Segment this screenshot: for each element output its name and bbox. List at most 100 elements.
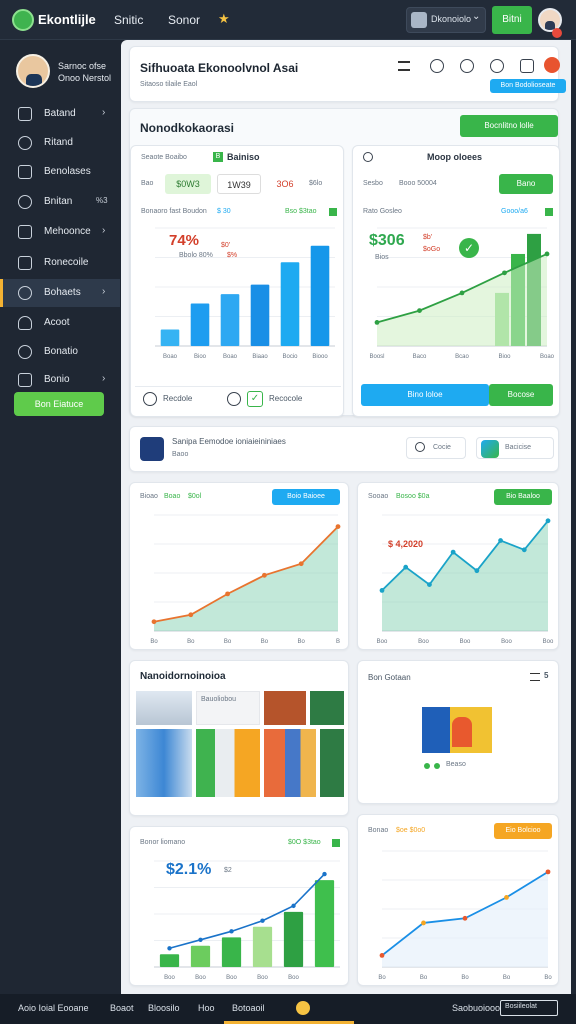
panel-tabs-label[interactable]: Moop oloees	[427, 152, 482, 162]
tick-label: Baco	[413, 354, 427, 360]
panel-green-button[interactable]: Bocose	[489, 384, 553, 406]
data-point	[260, 918, 265, 923]
profile-name: Sarnoc ofse Onoo Nerstol	[58, 60, 118, 84]
gallery-image-1[interactable]	[136, 691, 192, 725]
check-icon[interactable]: ✓	[247, 391, 263, 407]
topbar-action-button[interactable]: Bitni	[492, 6, 532, 34]
archive-icon	[18, 373, 32, 387]
panel-tabs-label[interactable]: Seaote Boaibo	[141, 154, 187, 161]
star-icon[interactable]: ★	[218, 11, 230, 27]
app-icon	[481, 440, 499, 458]
footer-right-label[interactable]: Recocole	[269, 394, 302, 403]
sidebar-item-bonatio[interactable]: Bonatio	[0, 338, 120, 366]
chart-tag: Gooo/a6	[501, 208, 528, 215]
panel-tab-active[interactable]: Bainiso	[227, 152, 260, 162]
sidebar-item-bnitan[interactable]: Bnitan %3	[0, 188, 120, 216]
data-point	[298, 561, 304, 567]
gallery-image-2[interactable]: Bauoliobou	[196, 691, 260, 725]
gallery-image-5[interactable]	[136, 729, 192, 797]
gallery-image-4[interactable]	[310, 691, 344, 725]
data-point	[335, 524, 341, 529]
stat-pill-1[interactable]: $0W3	[165, 174, 211, 194]
data-point	[322, 871, 327, 877]
sidebar-item-label: Acoot	[44, 317, 70, 328]
panel-button[interactable]: Bano	[499, 174, 553, 194]
gallery-image-8[interactable]	[320, 729, 344, 797]
tick-label: Bcao	[455, 354, 469, 360]
stat-pill-3[interactable]: 3O6	[269, 174, 301, 194]
strip-button-2[interactable]: Bacicise	[476, 437, 554, 459]
panel-blue-button[interactable]: Bino loloe	[361, 384, 489, 406]
footer-left-label[interactable]: Recdole	[163, 394, 192, 403]
chart-d-tag: $oe $0o0	[396, 827, 426, 834]
info-strip: Sanipa Eemodoe ioniaieininiaes Baoo Coci…	[129, 426, 559, 472]
footer-item-2[interactable]: Boaot	[110, 1003, 134, 1013]
strip-button-1[interactable]: Cocie	[406, 437, 466, 459]
gallery-image-3[interactable]	[264, 691, 306, 725]
sidebar-item-batand[interactable]: Batand ›	[0, 100, 120, 128]
data-point	[544, 251, 550, 257]
dot-indicator[interactable]	[424, 763, 430, 769]
sidebar-cta-button[interactable]: Bon Eiatuce	[14, 392, 104, 416]
filter-icon[interactable]	[363, 152, 373, 162]
sidebar-item-ritand[interactable]: Ritand	[0, 129, 120, 157]
chart-c-tag: $0O $3tao	[288, 839, 321, 846]
emoji-icon[interactable]	[296, 1001, 310, 1015]
bell-icon[interactable]	[520, 59, 534, 73]
chevron-down-icon[interactable]: ⌄	[472, 11, 480, 22]
sidebar-item-label: Bonio	[44, 374, 70, 385]
media-card-title: Bon Gotaan	[368, 673, 411, 682]
search-icon[interactable]	[460, 59, 474, 73]
clock-icon[interactable]	[490, 59, 504, 73]
header-action-button[interactable]: Bon Bodolioseate	[490, 79, 566, 93]
sidebar-item-bohaets[interactable]: Bohaets ›	[0, 279, 120, 307]
sidebar-item-acoot[interactable]: Acoot	[0, 309, 120, 337]
footer-item-6[interactable]: Saobuoiooo	[452, 1003, 500, 1013]
chart-d-button[interactable]: Eio Bolcioo	[494, 823, 552, 839]
sidebar-item-mehoonce[interactable]: Mehoonce ›	[0, 218, 120, 246]
circle-icon[interactable]	[430, 59, 444, 73]
area-chart-a: Bo Bo Bo Bo Bo B	[150, 514, 341, 645]
gallery-image-7[interactable]	[264, 729, 316, 797]
app-logo-icon[interactable]	[12, 9, 34, 31]
sidebar-item-bonio[interactable]: Bonio ›	[0, 366, 120, 394]
chart-c-small: $2	[224, 867, 232, 874]
overview-button[interactable]: Bocnlitno lolle	[460, 115, 558, 137]
refresh-icon[interactable]	[143, 392, 157, 406]
strip-title: Sanipa Eemodoe ioniaieininiaes	[172, 437, 286, 446]
stat-row-label: Bao	[141, 180, 154, 187]
data-point	[188, 612, 194, 618]
divider	[135, 386, 341, 387]
gallery-card: Nanoidornoinoioa Bauoliobou	[129, 660, 349, 816]
chart-b-button[interactable]: Bio Baaloo	[494, 489, 552, 505]
list-icon[interactable]	[398, 61, 410, 71]
bar	[310, 245, 330, 346]
footer-button[interactable]: Bosiileolat	[500, 1000, 558, 1016]
sidebar-item-ronecoile[interactable]: Ronecoile	[0, 249, 120, 277]
app-brand[interactable]: Ekontlijle	[38, 12, 96, 27]
page-subtitle: Sitaoso tilaile Eaol	[140, 81, 198, 88]
tick-label: Bo	[261, 639, 269, 645]
menu-icon[interactable]	[530, 673, 540, 681]
chart-small-3: $%	[227, 252, 238, 259]
data-point	[421, 920, 426, 926]
tick-label: Boosl	[369, 354, 384, 360]
chart-small-1: $b'	[423, 234, 433, 241]
nav-tab-2[interactable]: Sonor	[168, 13, 200, 27]
profile-avatar[interactable]	[16, 54, 50, 88]
alert-icon[interactable]	[544, 57, 560, 73]
chart-a-button[interactable]: Boio Baioee	[272, 489, 340, 505]
footer-item-3[interactable]: Bloosilo	[148, 1003, 180, 1013]
sidebar-item-benolases[interactable]: Benolases	[0, 158, 120, 186]
tick-label: Bo	[544, 975, 552, 981]
footer-item-5[interactable]: Botoaoil	[232, 1003, 265, 1013]
footer-item-4[interactable]: Hoo	[198, 1003, 215, 1013]
media-thumbnail[interactable]	[422, 707, 492, 753]
gallery-image-6[interactable]	[196, 729, 260, 797]
stat-pill-2[interactable]: 1W39	[217, 174, 261, 194]
nav-tab-1[interactable]: Snitic	[114, 13, 143, 27]
sync-icon[interactable]	[227, 392, 241, 406]
tick-label: Bocio	[282, 354, 298, 360]
dot-indicator[interactable]	[434, 763, 440, 769]
footer-item-1[interactable]: Aoio Ioial Eooane	[18, 1003, 89, 1013]
